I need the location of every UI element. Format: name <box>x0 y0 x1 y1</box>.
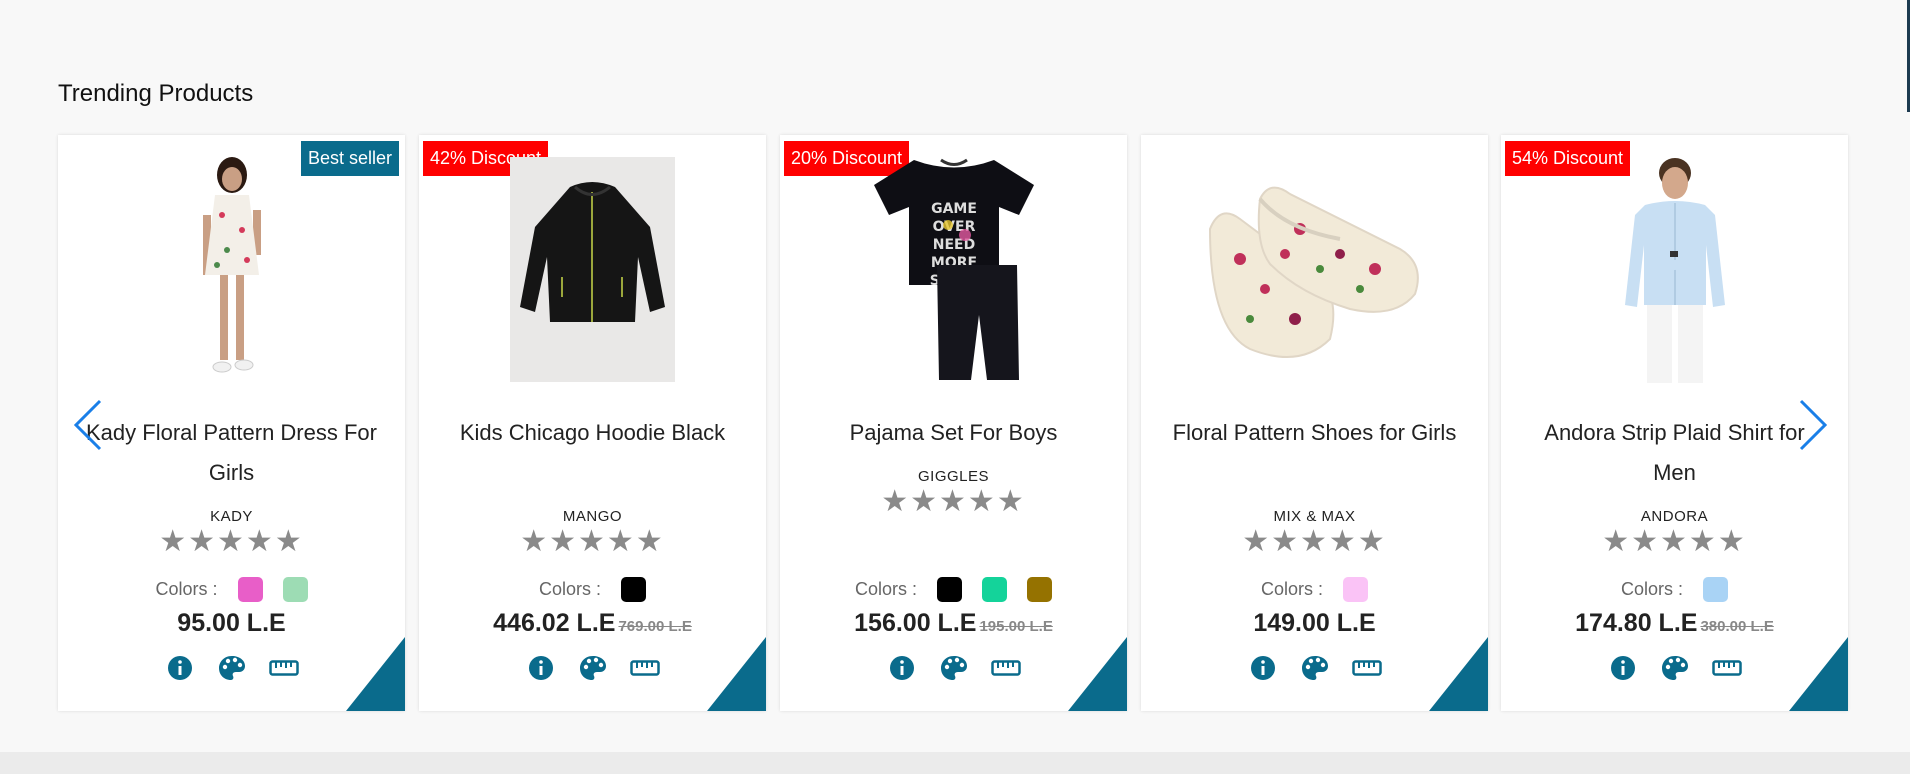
rating-stars: ★★★★★ <box>1242 525 1387 558</box>
colors-label: Colors : <box>538 579 601 599</box>
corner-accent <box>1429 637 1488 711</box>
info-icon[interactable] <box>1608 653 1638 683</box>
colors-row: Colors : <box>1141 577 1488 602</box>
price-row: 149.00 L.E <box>1141 609 1488 638</box>
colors-row: Colors : <box>419 577 766 602</box>
old-price: 195.00 L.E <box>979 618 1053 635</box>
colors-label: Colors : <box>854 579 917 599</box>
ruler-icon[interactable] <box>629 653 660 683</box>
product-card[interactable]: 20% Discount GAME OVER NEED MORE SLEEP P… <box>780 135 1127 711</box>
corner-accent <box>1789 637 1848 711</box>
product-card[interactable]: Floral Pattern Shoes for Girls MIX & MAX… <box>1141 135 1488 711</box>
colors-label: Colors : <box>1620 579 1683 599</box>
product-carousel: Best seller Kady Floral Pattern Dress Fo… <box>58 135 1848 713</box>
price: 156.00 L.E <box>854 609 977 637</box>
price: 446.02 L.E <box>493 609 616 637</box>
color-swatch[interactable] <box>282 577 308 602</box>
product-brand: MANGO <box>562 508 623 525</box>
product-name[interactable]: Andora Strip Plaid Shirt for Men <box>1521 413 1828 493</box>
color-swatch[interactable] <box>937 577 962 602</box>
palette-icon[interactable] <box>1300 653 1330 683</box>
old-price: 380.00 L.E <box>1700 618 1774 635</box>
chevron-right-icon[interactable] <box>1791 395 1831 455</box>
product-name[interactable]: Floral Pattern Shoes for Girls <box>1161 413 1468 453</box>
rating-stars: ★★★★★ <box>159 525 304 558</box>
product-brand: ANDORA <box>1640 508 1709 525</box>
palette-icon[interactable] <box>939 653 969 683</box>
price: 149.00 L.E <box>1253 609 1376 637</box>
colors-label: Colors : <box>155 579 218 599</box>
product-card[interactable]: 42% Discount Kids Chicago Hoodie Black M… <box>419 135 766 711</box>
chevron-left-icon[interactable] <box>70 395 110 455</box>
product-image[interactable]: GAME OVER NEED MORE SLEEP <box>839 155 1069 383</box>
product-image[interactable] <box>1560 155 1790 383</box>
color-swatch[interactable] <box>1703 577 1728 602</box>
info-icon[interactable] <box>526 653 556 683</box>
colors-row: Colors : <box>1501 577 1848 602</box>
info-icon[interactable] <box>887 653 917 683</box>
svg-text:GAME: GAME <box>931 201 977 217</box>
product-image[interactable] <box>1200 155 1430 383</box>
info-icon[interactable] <box>165 653 195 683</box>
old-price: 769.00 L.E <box>618 618 692 635</box>
rating-stars: ★★★★★ <box>881 485 1026 518</box>
ruler-icon[interactable] <box>990 653 1021 683</box>
colors-row: Colors : <box>58 577 405 602</box>
palette-icon[interactable] <box>578 653 608 683</box>
corner-accent <box>346 637 405 711</box>
ruler-icon[interactable] <box>268 653 299 683</box>
product-name[interactable]: Kady Floral Pattern Dress For Girls <box>78 413 385 493</box>
color-swatch[interactable] <box>982 577 1007 602</box>
section-title: Trending Products <box>58 80 254 107</box>
product-brand: GIGGLES <box>917 468 990 485</box>
price-row: 446.02 L.E 769.00 L.E <box>419 609 766 638</box>
price: 95.00 L.E <box>177 609 286 637</box>
price: 174.80 L.E <box>1575 609 1698 637</box>
product-image[interactable] <box>478 155 708 383</box>
price-row: 95.00 L.E <box>58 609 405 638</box>
price-row: 156.00 L.E 195.00 L.E <box>780 609 1127 638</box>
colors-label: Colors : <box>1260 579 1323 599</box>
color-swatch[interactable] <box>621 577 646 602</box>
rating-stars: ★★★★★ <box>1602 525 1747 558</box>
product-name[interactable]: Pajama Set For Boys <box>800 413 1107 453</box>
product-brand: MIX & MAX <box>1273 508 1356 525</box>
product-image[interactable] <box>117 155 347 383</box>
palette-icon[interactable] <box>1660 653 1690 683</box>
color-swatch[interactable] <box>1343 577 1368 602</box>
price-row: 174.80 L.E 380.00 L.E <box>1501 609 1848 638</box>
palette-icon[interactable] <box>217 653 247 683</box>
product-card[interactable]: Best seller Kady Floral Pattern Dress Fo… <box>58 135 405 711</box>
rating-stars: ★★★★★ <box>520 525 665 558</box>
corner-accent <box>1068 637 1127 711</box>
info-icon[interactable] <box>1248 653 1278 683</box>
ruler-icon[interactable] <box>1711 653 1742 683</box>
color-swatch[interactable] <box>1027 577 1052 602</box>
product-name[interactable]: Kids Chicago Hoodie Black <box>439 413 746 453</box>
corner-accent <box>707 637 766 711</box>
product-brand: KADY <box>210 508 253 525</box>
colors-row: Colors : <box>780 577 1127 602</box>
footer-band <box>0 752 1910 774</box>
ruler-icon[interactable] <box>1351 653 1382 683</box>
color-swatch[interactable] <box>237 577 263 602</box>
